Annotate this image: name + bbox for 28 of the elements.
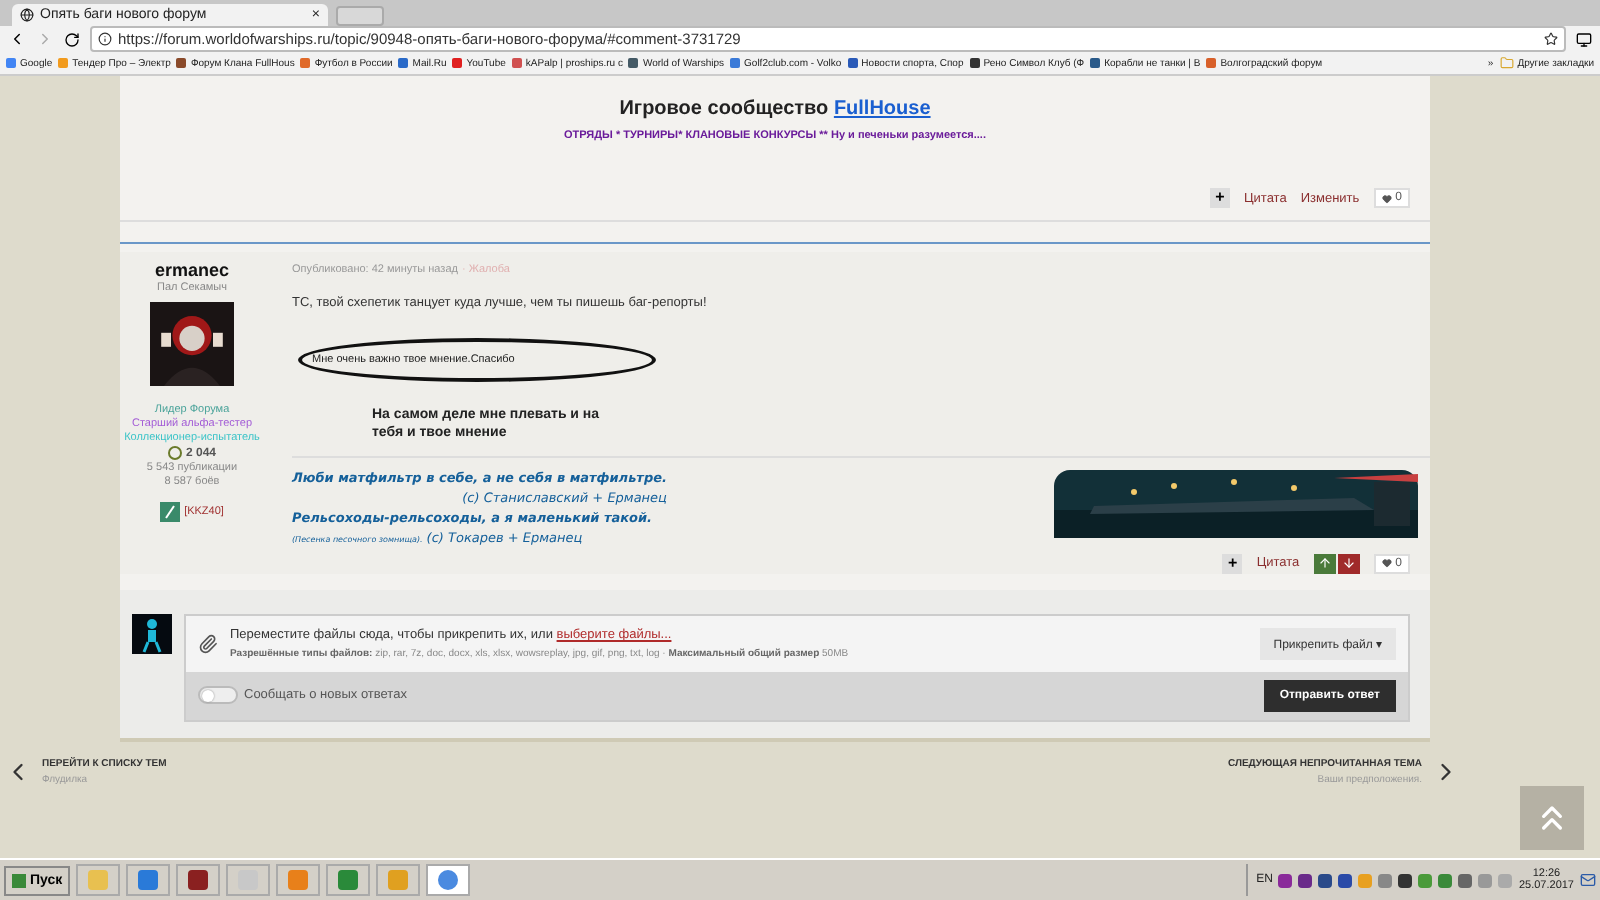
folder-icon bbox=[1499, 56, 1514, 70]
community-heading: Игровое сообщество bbox=[619, 98, 831, 120]
scroll-top-button[interactable] bbox=[1520, 786, 1584, 850]
info-icon bbox=[98, 32, 112, 46]
author-name[interactable]: ermanec bbox=[154, 260, 230, 280]
multiquote-button[interactable]: + bbox=[1222, 553, 1243, 574]
new-tab-button[interactable] bbox=[336, 6, 384, 26]
heart-icon bbox=[1381, 558, 1392, 569]
downvote-button[interactable] bbox=[1337, 553, 1360, 574]
back-icon[interactable] bbox=[8, 30, 26, 48]
reload-icon[interactable] bbox=[64, 31, 80, 47]
arrow-up-icon bbox=[1317, 556, 1332, 571]
forward-icon[interactable] bbox=[36, 30, 54, 48]
arrow-down-icon bbox=[1341, 556, 1356, 571]
heart-icon bbox=[1381, 193, 1392, 203]
taskbar-app-icon[interactable] bbox=[176, 864, 221, 896]
site-icon bbox=[20, 8, 34, 22]
clan-link[interactable]: FullHouse bbox=[833, 98, 931, 120]
notification-icon[interactable] bbox=[1580, 872, 1596, 888]
clan-icon bbox=[160, 502, 181, 522]
multiquote-button[interactable]: + bbox=[1209, 188, 1230, 208]
taskbar-app-icon[interactable] bbox=[326, 864, 371, 896]
paperclip-icon bbox=[198, 633, 218, 654]
star-icon[interactable] bbox=[1544, 32, 1558, 46]
upvote-button[interactable] bbox=[1313, 553, 1336, 574]
notify-toggle[interactable] bbox=[198, 686, 238, 705]
taskbar-app-icon[interactable] bbox=[126, 864, 171, 896]
taskbar-app-icon[interactable] bbox=[426, 864, 471, 896]
